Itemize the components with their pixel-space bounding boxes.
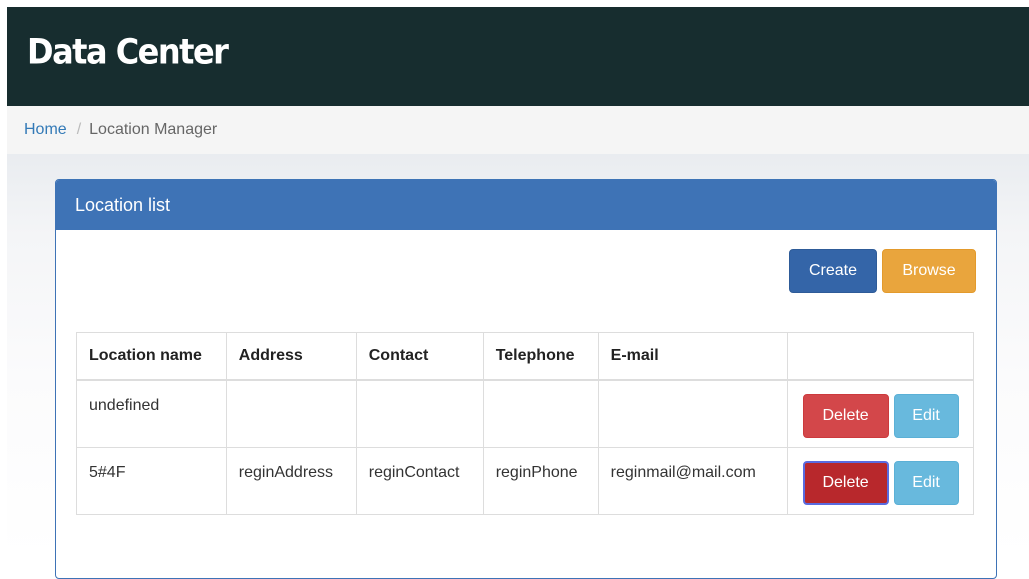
brand-title[interactable]: Data Center [27, 31, 229, 72]
cell-actions: Delete Edit [786, 446, 975, 515]
window-top-edge [0, 0, 1029, 7]
location-list-panel: Location list Create Browse Location nam… [55, 179, 997, 579]
breadcrumb-separator: / [76, 121, 82, 138]
breadcrumb-bar: Home / Location Manager [7, 106, 1029, 154]
edit-button[interactable]: Edit [893, 460, 959, 505]
panel-title: Location list [56, 180, 996, 230]
header-telephone: Telephone [482, 332, 599, 381]
header-address: Address [225, 332, 357, 381]
delete-button[interactable]: Delete [802, 394, 889, 438]
cell-email [597, 379, 788, 448]
main-content: Location list Create Browse Location nam… [7, 154, 1029, 579]
cell-address: reginAddress [225, 446, 357, 515]
header-email: E-mail [597, 332, 788, 381]
navbar: Data Center [7, 7, 1029, 106]
cell-address [225, 379, 357, 448]
cell-location-name: 5#4F [76, 446, 227, 515]
cell-telephone [482, 379, 599, 448]
create-button[interactable]: Create [789, 249, 877, 293]
cell-email: reginmail@mail.com [597, 446, 788, 515]
cell-telephone: reginPhone [482, 446, 599, 515]
header-location-name: Location name [76, 332, 227, 381]
cell-contact [355, 379, 484, 448]
edit-button[interactable]: Edit [893, 394, 959, 438]
cell-location-name: undefined [76, 379, 227, 448]
cell-actions: Delete Edit [786, 379, 975, 448]
table-header-row: Location name Address Contact Telephone … [76, 332, 975, 381]
breadcrumb-current: Location Manager [89, 121, 218, 138]
header-actions [786, 332, 975, 381]
table-row: 5#4F reginAddress reginContact reginPhon… [76, 446, 975, 515]
header-contact: Contact [355, 332, 484, 381]
location-table: Location name Address Contact Telephone … [76, 332, 975, 515]
browse-button[interactable]: Browse [882, 249, 976, 293]
breadcrumb-home-link[interactable]: Home [24, 121, 67, 138]
table-row: undefined Delete Edit [76, 379, 975, 448]
cell-contact: reginContact [355, 446, 484, 515]
breadcrumb: Home / Location Manager [24, 121, 217, 139]
delete-button[interactable]: Delete [802, 460, 889, 505]
